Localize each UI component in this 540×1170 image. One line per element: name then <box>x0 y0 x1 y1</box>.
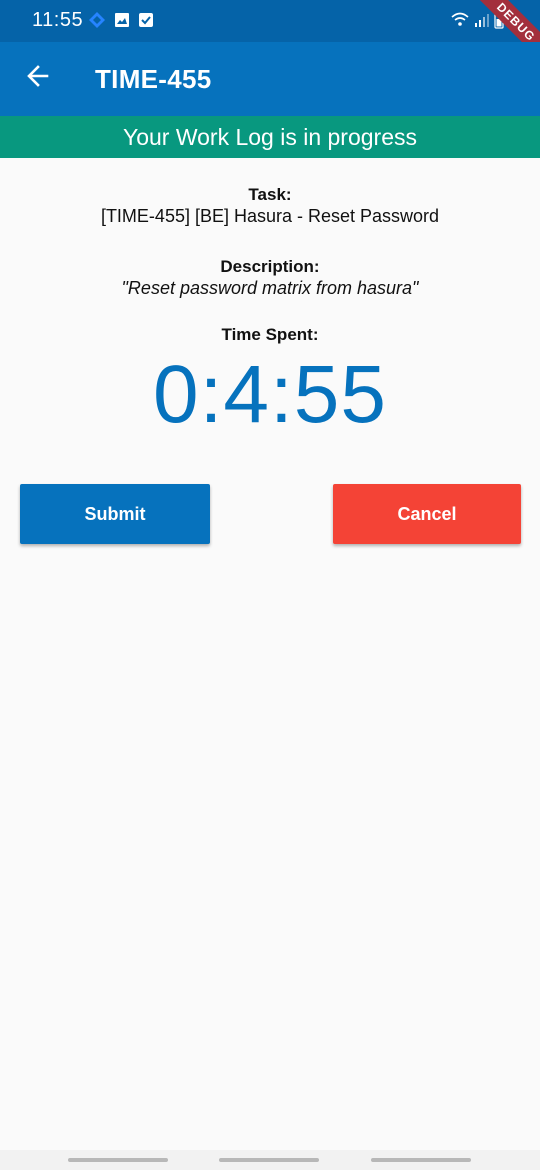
time-spent-timer: 0:4:55 <box>153 349 387 440</box>
back-button[interactable] <box>16 56 60 100</box>
status-icons-left <box>88 11 154 34</box>
status-time: 11:55 <box>32 9 84 31</box>
time-spent-label: Time Spent: <box>221 325 319 344</box>
signal-icon <box>474 12 490 33</box>
status-bar: 11:55 DEBUG <box>0 0 540 72</box>
jira-icon <box>88 11 106 34</box>
arrow-left-icon <box>25 63 51 94</box>
page-title: TIME-455 <box>95 64 212 94</box>
image-icon <box>114 12 130 33</box>
task-value: [TIME-455] [BE] Hasura - Reset Password <box>100 206 440 226</box>
description-value: "Reset password matrix from hasura" <box>121 278 419 298</box>
screen: 11:55 DEBUG TIME-455 Your Work Log is in… <box>0 0 540 1170</box>
wifi-icon <box>450 12 470 33</box>
nav-home-handle[interactable] <box>219 1158 319 1162</box>
submit-button[interactable]: Submit <box>20 484 210 544</box>
description-label: Description: <box>220 257 320 276</box>
app-bar: TIME-455 <box>0 42 540 116</box>
system-nav-bar <box>0 1150 540 1170</box>
checkbox-icon <box>138 12 154 33</box>
task-label: Task: <box>248 185 292 204</box>
nav-recents-handle[interactable] <box>68 1158 168 1162</box>
work-log-status-banner: Your Work Log is in progress <box>0 116 540 158</box>
nav-back-handle[interactable] <box>371 1158 471 1162</box>
cancel-button[interactable]: Cancel <box>333 484 521 544</box>
